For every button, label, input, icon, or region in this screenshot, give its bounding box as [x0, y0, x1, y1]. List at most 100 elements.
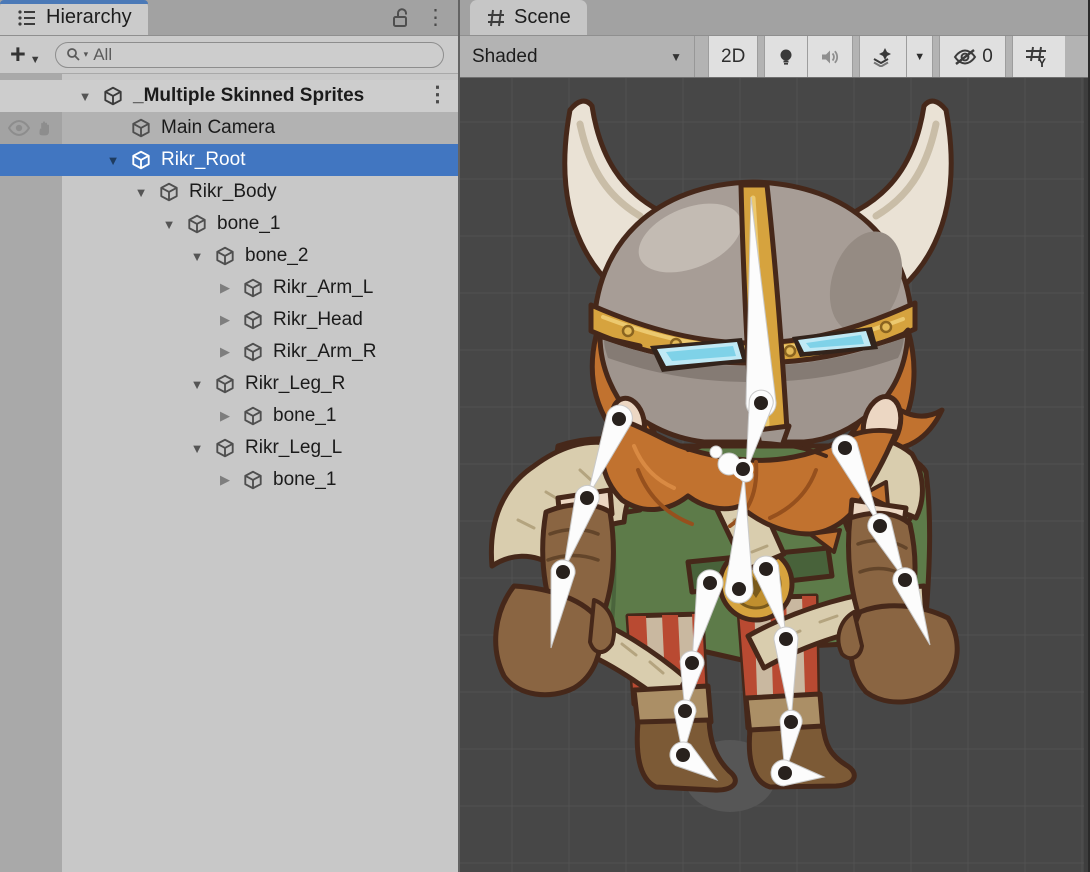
hierarchy-search[interactable]: ▾ — [55, 42, 444, 68]
scene-audio-button[interactable] — [808, 36, 853, 77]
search-filter-arrow-icon[interactable]: ▾ — [84, 49, 89, 60]
collapsed-arrow-icon[interactable]: ▶ — [212, 280, 238, 296]
tab-scene[interactable]: Scene — [470, 0, 587, 35]
visibility-gutter[interactable] — [0, 272, 62, 304]
tree-item-label: Main Camera — [161, 117, 275, 139]
visibility-gutter[interactable] — [0, 304, 62, 336]
collapsed-arrow-icon[interactable]: ▶ — [212, 472, 238, 488]
tree-item-rikr-leg-r[interactable]: ▼ Rikr_Leg_R — [0, 368, 458, 400]
tree-item-rikr-leg-l[interactable]: ▼ Rikr_Leg_L — [0, 432, 458, 464]
gameobject-cube-icon — [240, 339, 266, 365]
tree-item-leg-r-bone1[interactable]: ▶ bone_1 — [0, 400, 458, 432]
scene-lighting-button[interactable] — [764, 36, 808, 77]
speaker-icon — [820, 48, 840, 66]
expand-arrow-icon[interactable]: ▼ — [128, 185, 154, 200]
gameobject-cube-icon — [212, 243, 238, 269]
visibility-gutter[interactable] — [0, 208, 62, 240]
eye-crossed-icon — [952, 47, 978, 67]
tree-item-bone2[interactable]: ▼ bone_2 — [0, 240, 458, 272]
tree-item-label: Rikr_Root — [161, 149, 245, 171]
gameobject-cube-icon — [184, 211, 210, 237]
tree-item-scene[interactable]: ▼ _Multiple Skinned Sprites ⋮ — [0, 80, 458, 112]
tree-item-label: Rikr_Body — [189, 181, 277, 203]
expand-arrow-icon[interactable]: ▼ — [72, 89, 98, 104]
effects-dropdown-arrow[interactable]: ▼ — [907, 36, 933, 77]
tree-item-label: bone_1 — [217, 213, 280, 235]
visibility-gutter[interactable] — [0, 400, 62, 432]
gameobject-cube-icon — [240, 275, 266, 301]
tree-item-label: _Multiple Skinned Sprites — [133, 85, 364, 107]
search-input[interactable] — [91, 44, 433, 66]
expand-arrow-icon[interactable]: ▼ — [184, 377, 210, 392]
visibility-gutter[interactable] — [0, 336, 62, 368]
tree-item-bone1[interactable]: ▼ bone_1 — [0, 208, 458, 240]
visibility-gutter[interactable] — [0, 432, 62, 464]
scene-visibility-eye-icon[interactable] — [8, 120, 30, 136]
tree-item-label: Rikr_Arm_L — [273, 277, 373, 299]
hierarchy-list-icon — [16, 7, 38, 29]
svg-text:Y: Y — [1038, 56, 1046, 68]
gameobject-cube-icon — [128, 115, 154, 141]
hierarchy-tree: ▼ _Multiple Skinned Sprites ⋮ — [0, 74, 458, 872]
tree-item-label: Rikr_Leg_R — [245, 373, 345, 395]
scene-viewport[interactable] — [460, 78, 1088, 872]
unlock-icon[interactable] — [391, 7, 411, 29]
toggle-2d-button[interactable]: 2D — [708, 36, 758, 77]
tree-item-label: Rikr_Leg_L — [245, 437, 342, 459]
scene-tabbar: Scene — [460, 0, 1088, 36]
tree-item-main-camera[interactable]: Main Camera — [0, 112, 458, 144]
visibility-gutter[interactable] — [0, 144, 62, 176]
hierarchy-tabbar: Hierarchy ⋮ — [0, 0, 458, 36]
scene-toolbar: Shaded ▼ 2D — [460, 36, 1088, 78]
scene-effects-button[interactable] — [859, 36, 907, 77]
tree-item-rikr-head[interactable]: ▶ Rikr_Head — [0, 304, 458, 336]
collapsed-arrow-icon[interactable]: ▶ — [212, 408, 238, 424]
expand-arrow-icon[interactable]: ▼ — [184, 441, 210, 456]
hierarchy-menu-icon[interactable]: ⋮ — [425, 7, 446, 28]
expand-arrow-icon[interactable]: ▼ — [156, 217, 182, 232]
visibility-gutter[interactable] — [0, 368, 62, 400]
scene-menu-icon[interactable]: ⋮ — [427, 84, 448, 105]
tree-item-leg-l-bone1[interactable]: ▶ bone_1 — [0, 464, 458, 496]
scene-view-canvas[interactable] — [460, 78, 1088, 872]
visibility-gutter[interactable] — [0, 176, 62, 208]
search-icon — [66, 47, 81, 62]
collapsed-arrow-icon[interactable]: ▶ — [212, 344, 238, 360]
tree-item-rikr-body[interactable]: ▼ Rikr_Body — [0, 176, 458, 208]
tree-item-rikr-arm-r[interactable]: ▶ Rikr_Arm_R — [0, 336, 458, 368]
gameobject-cube-icon — [128, 147, 154, 173]
expand-arrow-icon[interactable]: ▼ — [184, 249, 210, 264]
draw-mode-dropdown[interactable]: Shaded ▼ — [460, 36, 694, 77]
tree-item-rikr-root[interactable]: ▼ Rikr_Root — [0, 144, 458, 176]
draw-mode-label: Shaded — [472, 46, 538, 68]
chevron-down-icon: ▼ — [670, 50, 682, 64]
hidden-objects-button[interactable]: 0 — [939, 36, 1006, 77]
tree-item-label: bone_1 — [273, 405, 336, 427]
chevron-down-icon: ▼ — [914, 51, 925, 63]
tree-item-rikr-arm-l[interactable]: ▶ Rikr_Arm_L — [0, 272, 458, 304]
gameobject-cube-icon — [240, 307, 266, 333]
hierarchy-panel: Hierarchy ⋮ + ▼ ▾ — [0, 0, 460, 872]
tab-hierarchy[interactable]: Hierarchy — [0, 0, 148, 35]
expand-arrow-icon[interactable]: ▼ — [100, 153, 126, 168]
visibility-gutter[interactable] — [0, 112, 62, 144]
visibility-gutter[interactable] — [0, 240, 62, 272]
grid-settings-button[interactable]: Y — [1012, 36, 1065, 77]
grid-axis-icon: Y — [1025, 46, 1049, 68]
tree-item-label: bone_1 — [273, 469, 336, 491]
scene-pickability-hand-icon[interactable] — [36, 119, 54, 137]
tree-item-label: Rikr_Head — [273, 309, 363, 331]
collapsed-arrow-icon[interactable]: ▶ — [212, 312, 238, 328]
tree-item-label: bone_2 — [245, 245, 308, 267]
tree-item-label: Rikr_Arm_R — [273, 341, 376, 363]
gameobject-cube-icon — [240, 403, 266, 429]
gameobject-cube-icon — [212, 435, 238, 461]
plus-icon: + — [10, 41, 26, 68]
visibility-gutter[interactable] — [0, 80, 62, 112]
effects-star-icon — [872, 47, 894, 67]
visibility-gutter[interactable] — [0, 464, 62, 496]
create-object-button[interactable]: + ▼ — [10, 41, 41, 68]
hierarchy-toolbar: + ▼ ▾ — [0, 36, 458, 74]
scene-grid-icon — [486, 8, 506, 28]
unity-scene-icon — [100, 83, 126, 109]
